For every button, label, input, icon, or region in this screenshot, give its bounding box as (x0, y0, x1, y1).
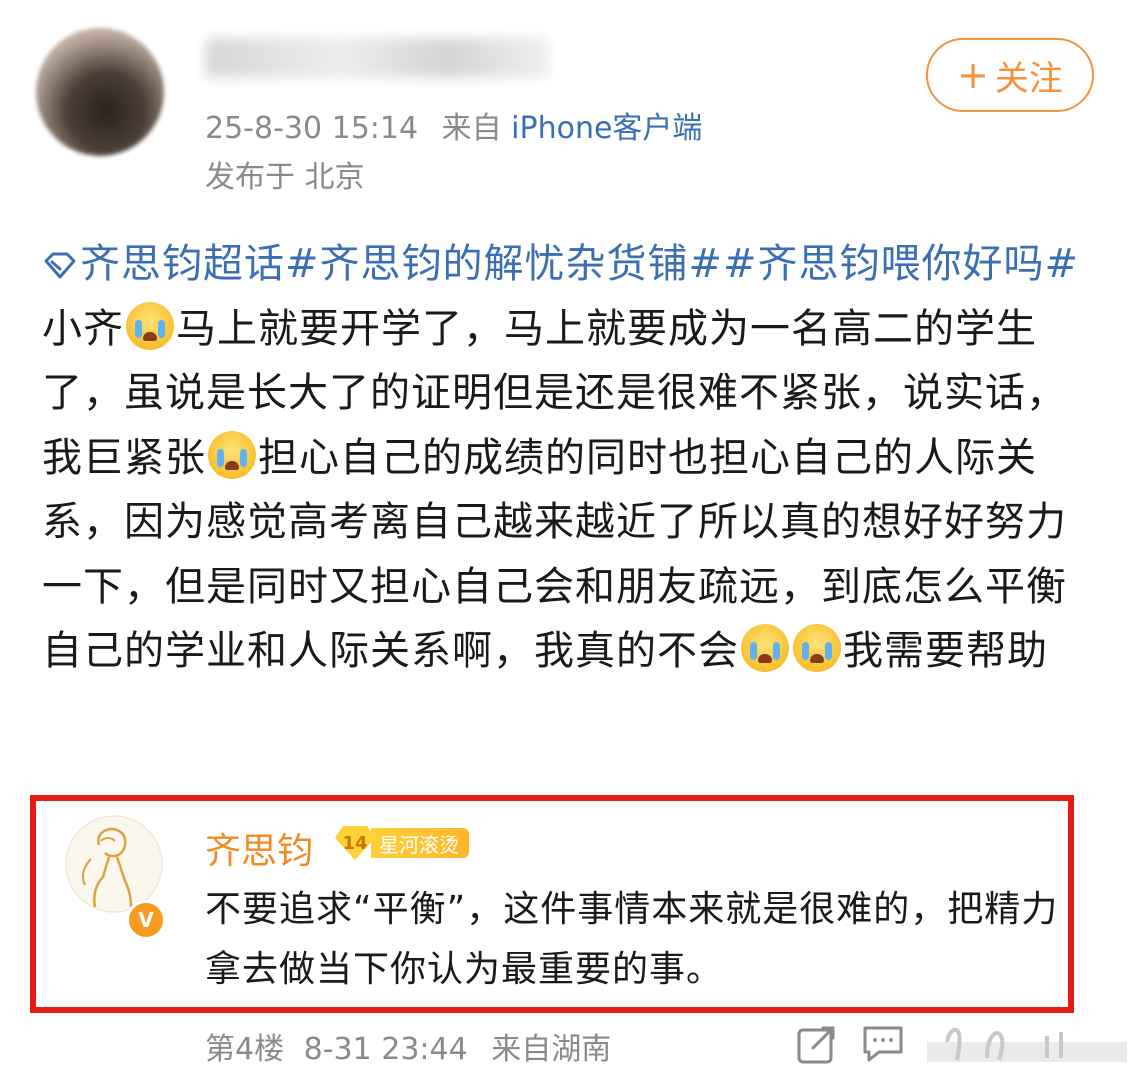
follow-label: 关注 (994, 58, 1063, 99)
topic-super[interactable]: 齐思钧超话 (42, 241, 285, 287)
reply-avatar[interactable] (65, 815, 163, 913)
diamond-icon (44, 252, 76, 279)
source-prefix: 来自 (441, 111, 502, 146)
like-icon[interactable] (927, 1022, 1127, 1066)
post-source[interactable]: iPhone客户端 (511, 111, 702, 146)
crying-emoji-icon (208, 430, 256, 479)
author-name[interactable] (205, 38, 550, 78)
sketch-avatar-icon (65, 815, 163, 913)
fan-level: 14 (335, 826, 375, 860)
topic-hashtag-1[interactable]: #齐思钧的解忧杂货铺# (285, 241, 723, 287)
post-meta: 25-8-30 15:14 来自 iPhone客户端 (205, 103, 702, 147)
post-location: 发布于 北京 (205, 160, 365, 195)
post-text-segment-1: 小齐 (42, 305, 124, 352)
reply-meta: 第4楼 8-31 23:44 来自湖南 (205, 1024, 611, 1068)
follow-button[interactable]: + 关注 (926, 38, 1094, 112)
share-icon[interactable] (795, 1022, 839, 1066)
post-time: 25-8-30 15:14 (205, 111, 419, 146)
crying-emoji-icon (741, 624, 789, 672)
reply-actions (795, 1022, 1127, 1066)
post-text: 齐思钧超话#齐思钧的解忧杂货铺##齐思钧喂你好吗# 小齐 马上就要开学了，马上就要… (42, 232, 1102, 684)
reply-author-name[interactable]: 齐思钧 (205, 822, 313, 874)
plus-icon: + (957, 53, 989, 97)
verified-v-icon: V (126, 900, 166, 940)
fan-label: 星河滚烫 (371, 828, 469, 858)
post-text-segment-4: 我需要帮助 (843, 628, 1048, 674)
author-avatar[interactable] (36, 28, 164, 156)
reply-text: 不要追求“平衡”，这件事情本来就是很难的，把精力拿去做当下你认为最重要的事。 (205, 889, 1059, 990)
comment-icon[interactable] (859, 1022, 907, 1066)
reply-floor: 第4楼 (205, 1032, 285, 1067)
fan-badge[interactable]: 14 星河滚烫 (335, 826, 469, 860)
topic-super-label: 齐思钧超话 (80, 241, 285, 287)
topic-hashtag-2[interactable]: #齐思钧喂你好吗# (723, 241, 1079, 287)
crying-emoji-icon (793, 624, 841, 672)
reply-location: 来自湖南 (491, 1032, 612, 1067)
reply-time: 8-31 23:44 (303, 1032, 468, 1067)
crying-emoji-icon (126, 301, 174, 350)
